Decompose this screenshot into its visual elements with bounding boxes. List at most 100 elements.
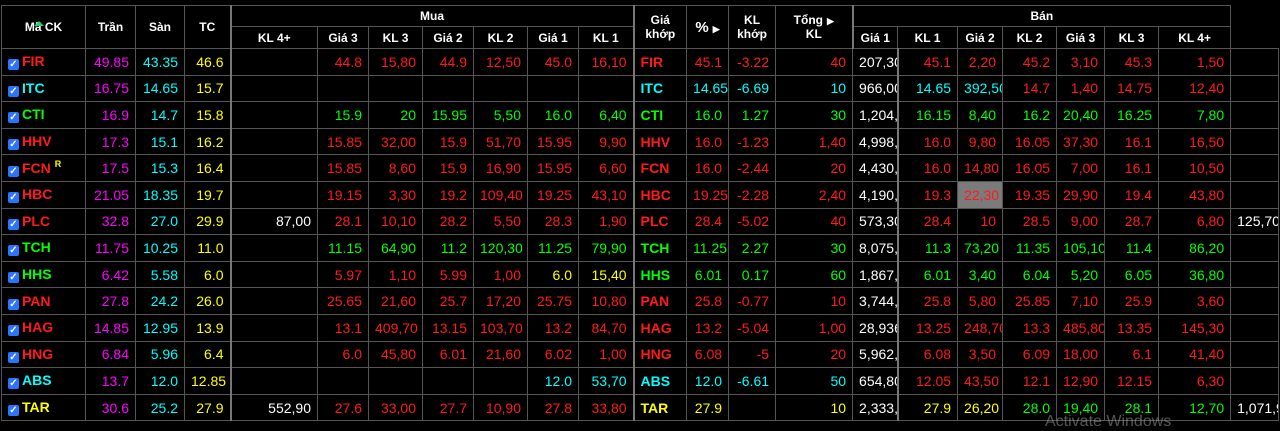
col-tc[interactable]: TC xyxy=(184,5,231,49)
sell-price-2[interactable]: 45.2 xyxy=(1002,48,1058,76)
match-symbol[interactable]: PLC xyxy=(632,207,688,236)
reference-price[interactable]: 29.9 xyxy=(184,207,231,236)
sell-price-2[interactable]: 6.09 xyxy=(1002,340,1058,369)
buy-price-3[interactable]: 13.1 xyxy=(317,313,369,342)
ceiling-price[interactable]: 14.85 xyxy=(85,313,136,342)
ceiling-price[interactable]: 32.8 xyxy=(85,207,136,236)
col-sell-4[interactable]: Giá 3 xyxy=(1056,26,1106,49)
sell-price-2[interactable]: 25.85 xyxy=(1002,287,1058,315)
col-buy-6[interactable]: KL 1 xyxy=(577,26,635,49)
ceiling-price[interactable]: 27.8 xyxy=(85,287,136,315)
floor-price[interactable]: 18.35 xyxy=(135,180,185,209)
buy-price-3[interactable] xyxy=(317,74,369,103)
buy-price-2[interactable]: 28.2 xyxy=(422,207,474,236)
table-row[interactable]: ✓ HAG 14.85 12.95 13.9 13.1 409,70 13.15 103,70 1… xyxy=(1,313,1279,342)
match-symbol[interactable]: HHV xyxy=(632,127,688,156)
sell-price-3[interactable]: 28.7 xyxy=(1104,207,1160,236)
match-price[interactable]: 13.2 xyxy=(686,313,730,342)
col-buy-4[interactable]: KL 2 xyxy=(473,26,528,49)
table-row[interactable]: ✓ PLC 32.8 27.0 29.9 87,00 28.1 10,10 28.2 5,50 28… xyxy=(1,207,1279,236)
reference-price[interactable]: 13.9 xyxy=(184,313,231,342)
sell-price-2[interactable]: 16.2 xyxy=(1002,101,1058,129)
match-price[interactable]: 45.1 xyxy=(686,48,730,76)
buy-price-1[interactable]: 19.25 xyxy=(527,180,579,209)
match-symbol[interactable]: CTI xyxy=(632,101,688,129)
watchlist-checkbox-icon[interactable]: ✓ xyxy=(8,192,19,204)
buy-price-1[interactable]: 11.25 xyxy=(527,234,579,262)
buy-price-2[interactable]: 6.01 xyxy=(422,340,474,369)
buy-price-1[interactable]: 25.75 xyxy=(527,287,579,315)
sell-price-2[interactable]: 16.05 xyxy=(1002,127,1058,156)
buy-price-1[interactable]: 6.0 xyxy=(527,260,579,289)
buy-price-2[interactable]: 13.15 xyxy=(422,313,474,342)
floor-price[interactable]: 27.0 xyxy=(135,207,185,236)
ceiling-price[interactable]: 6.84 xyxy=(85,340,136,369)
sell-price-2[interactable]: 6.04 xyxy=(1002,260,1058,289)
symbol-cell[interactable]: ✓ TCH xyxy=(1,234,86,262)
buy-price-3[interactable]: 15.85 xyxy=(317,154,369,182)
col-buy-2[interactable]: KL 3 xyxy=(368,26,423,49)
sell-price-1[interactable]: 14.65 xyxy=(896,74,959,103)
buy-price-3[interactable] xyxy=(317,367,369,395)
reference-price[interactable]: 11.0 xyxy=(184,234,231,262)
sell-price-1[interactable]: 16.15 xyxy=(896,101,959,129)
sell-price-3[interactable]: 45.3 xyxy=(1104,48,1160,76)
col-buy-3[interactable]: Giá 2 xyxy=(422,26,474,49)
sell-price-1[interactable]: 19.3 xyxy=(896,180,959,209)
sell-price-2[interactable]: 16.05 xyxy=(1002,154,1058,182)
sell-price-3[interactable]: 6.1 xyxy=(1104,340,1160,369)
watchlist-checkbox-icon[interactable]: ✓ xyxy=(8,166,19,178)
floor-price[interactable]: 14.7 xyxy=(135,101,185,129)
floor-price[interactable]: 15.3 xyxy=(135,154,185,182)
floor-price[interactable]: 14.65 xyxy=(135,74,185,103)
sell-price-3[interactable]: 19.4 xyxy=(1104,180,1160,209)
ceiling-price[interactable]: 17.5 xyxy=(85,154,136,182)
floor-price[interactable]: 10.25 xyxy=(135,234,185,262)
table-row[interactable]: ✓ FIR 49.85 43.35 46.6 44.8 15,80 44.9 12,50 45.0… xyxy=(1,48,1279,76)
buy-price-3[interactable]: 27.6 xyxy=(317,393,369,422)
table-row[interactable]: ✓ HHS 6.42 5.58 6.0 5.97 1,10 5.99 1,00 6.0 15,40 H… xyxy=(1,260,1279,289)
sell-price-1[interactable]: 45.1 xyxy=(896,48,959,76)
watchlist-checkbox-icon[interactable]: ✓ xyxy=(8,351,19,363)
col-tong-kl[interactable]: Tổng ▶ KL xyxy=(775,5,854,49)
sell-price-3[interactable]: 16.1 xyxy=(1104,154,1160,182)
col-sell-2[interactable]: Giá 2 xyxy=(957,26,1004,49)
ceiling-price[interactable]: 13.7 xyxy=(85,367,136,395)
match-symbol[interactable]: HBC xyxy=(632,180,688,209)
sell-price-1[interactable]: 28.4 xyxy=(896,207,959,236)
table-row[interactable]: ✓ ABS 13.7 12.0 12.85 12.0 53,70 ABS 12.0 -6.61 50… xyxy=(1,367,1279,395)
table-row[interactable]: ✓ HBC 21.05 18.35 19.7 19.15 3,30 19.2 109,40 19.… xyxy=(1,180,1279,209)
match-price[interactable]: 12.0 xyxy=(686,367,730,395)
reference-price[interactable]: 19.7 xyxy=(184,180,231,209)
floor-price[interactable]: 12.0 xyxy=(135,367,185,395)
reference-price[interactable]: 6.4 xyxy=(184,340,231,369)
col-sell-6[interactable]: KL 4+ xyxy=(1158,26,1232,49)
match-symbol[interactable]: FCN xyxy=(632,154,688,182)
symbol-cell[interactable]: ✓ HHS xyxy=(1,260,86,289)
watchlist-checkbox-icon[interactable]: ✓ xyxy=(8,59,19,71)
sell-price-1[interactable]: 25.8 xyxy=(896,287,959,315)
symbol-cell[interactable]: ✓ HBC xyxy=(1,180,86,209)
buy-price-2[interactable] xyxy=(422,367,474,395)
sell-price-3[interactable]: 14.75 xyxy=(1104,74,1160,103)
buy-price-2[interactable]: 11.2 xyxy=(422,234,474,262)
floor-price[interactable]: 43.35 xyxy=(135,48,185,76)
watchlist-checkbox-icon[interactable]: ✓ xyxy=(8,325,19,337)
watchlist-checkbox-icon[interactable]: ✓ xyxy=(8,245,19,257)
buy-price-2[interactable]: 27.7 xyxy=(422,393,474,422)
floor-price[interactable]: 15.1 xyxy=(135,127,185,156)
buy-price-2[interactable]: 19.2 xyxy=(422,180,474,209)
sell-price-1[interactable]: 16.0 xyxy=(896,127,959,156)
match-price[interactable]: 27.9 xyxy=(686,393,730,422)
symbol-cell[interactable]: ✓ CTI xyxy=(1,101,86,129)
watchlist-checkbox-icon[interactable]: ✓ xyxy=(8,378,19,390)
reference-price[interactable]: 6.0 xyxy=(184,260,231,289)
col-ma-ck[interactable]: Mã CK xyxy=(1,5,86,49)
reference-price[interactable]: 12.85 xyxy=(184,367,231,395)
watchlist-checkbox-icon[interactable]: ✓ xyxy=(8,218,19,230)
symbol-cell[interactable]: ✓ HNG xyxy=(1,340,86,369)
buy-price-2[interactable]: 5.99 xyxy=(422,260,474,289)
table-row[interactable]: ✓ FCN R 17.5 15.3 16.4 15.85 8,60 15.9 16,90 15.95… xyxy=(1,154,1279,182)
col-sell-1[interactable]: KL 1 xyxy=(897,26,959,49)
sell-price-2[interactable]: 13.3 xyxy=(1002,313,1058,342)
